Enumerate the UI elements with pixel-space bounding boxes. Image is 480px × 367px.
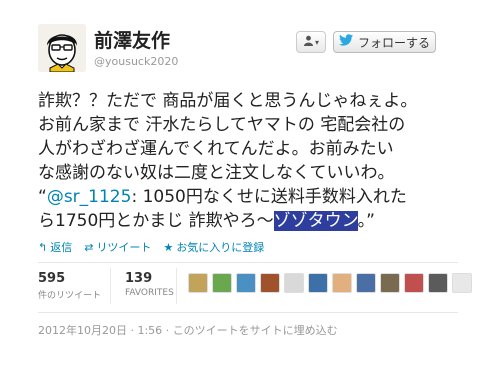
divider xyxy=(38,262,458,263)
highlighted-text: ゾゾタウン xyxy=(273,211,358,231)
tweet-line: 人がわざわざ運んでくれてんだよ。お前みたい xyxy=(38,139,394,159)
divider xyxy=(38,312,458,313)
favoriter-avatar[interactable] xyxy=(260,273,280,293)
favoriter-avatar[interactable] xyxy=(236,273,256,293)
tweet-actions: ↰ 返信 ⇄ リツイート ★ お気に入りに登録 xyxy=(38,239,264,255)
tweet-text: 詐欺？？ただで 商品が届くと思うんじゃねぇよ。 お前ん家まで 汗水たらしてヤマト… xyxy=(38,89,458,233)
favoriter-avatar[interactable] xyxy=(212,273,232,293)
timestamp[interactable]: 2012年10月20日 · 1:56 xyxy=(38,324,162,337)
twitter-bird-icon xyxy=(339,34,353,50)
tweet-line: 。” xyxy=(357,211,375,231)
favoriter-avatar[interactable] xyxy=(308,273,328,293)
user-handle[interactable]: @yousuck2020 xyxy=(94,55,178,68)
mention-link[interactable]: @sr_1125 xyxy=(47,187,132,207)
favorite-action[interactable]: ★ お気に入りに登録 xyxy=(163,239,264,255)
star-icon: ★ xyxy=(163,241,174,254)
stat-divider xyxy=(176,268,177,304)
reply-icon: ↰ xyxy=(38,241,48,254)
follow-label: フォローする xyxy=(357,35,430,50)
favoriter-avatar[interactable] xyxy=(188,273,208,293)
favoriter-avatar[interactable] xyxy=(428,273,448,293)
display-name[interactable]: 前澤友作 xyxy=(94,26,170,53)
favoriter-avatar[interactable] xyxy=(332,273,352,293)
favoriter-avatar[interactable] xyxy=(284,273,304,293)
tweet-line: お前ん家まで 汗水たらしてヤマトの 宅配会社の xyxy=(38,115,406,135)
favoriter-avatars xyxy=(188,273,472,293)
favorite-stat[interactable]: 139 FAVORITES xyxy=(125,271,174,298)
favoriter-avatar[interactable] xyxy=(356,273,376,293)
favoriter-avatar[interactable] xyxy=(452,273,472,293)
favorite-count-label: FAVORITES xyxy=(125,288,174,298)
retweet-action[interactable]: ⇄ リツイート xyxy=(84,239,151,255)
stat-divider xyxy=(110,268,111,304)
tweet-line: : 1050円なくせに送料手数料入れた xyxy=(131,187,407,207)
user-actions-button[interactable]: ▾ xyxy=(296,31,326,53)
embed-link[interactable]: このツイートをサイトに埋め込む xyxy=(173,324,338,337)
chevron-down-icon: ▾ xyxy=(314,37,319,47)
tweet-card: 前澤友作 @yousuck2020 ▾ フォローする 詐欺？？ただで 商品が届く… xyxy=(0,0,480,367)
retweet-label: リツイート xyxy=(96,241,152,254)
tweet-line: ら1750円とかまじ 詐欺やろ～ xyxy=(38,211,274,231)
follow-button[interactable]: フォローする xyxy=(333,31,436,53)
quote-mark: “ xyxy=(38,187,47,207)
tweet-footer: 2012年10月20日 · 1:56 · このツイートをサイトに埋め込む xyxy=(38,322,338,338)
retweet-count-label: 件のリツイート xyxy=(38,291,102,301)
retweet-stat[interactable]: 595 件のリツイート xyxy=(38,271,101,301)
favoriter-avatar[interactable] xyxy=(404,273,424,293)
avatar-image xyxy=(38,24,86,72)
retweet-icon: ⇄ xyxy=(84,241,94,254)
footer-separator: · xyxy=(165,324,170,337)
favorite-label: お気に入りに登録 xyxy=(176,241,265,254)
person-icon xyxy=(303,35,314,49)
favorite-count: 139 xyxy=(125,271,153,286)
retweet-count: 595 xyxy=(38,271,66,286)
reply-label: 返信 xyxy=(50,241,73,254)
avatar[interactable] xyxy=(38,24,86,72)
tweet-line: 詐欺？？ただで 商品が届くと思うんじゃねぇよ。 xyxy=(38,91,418,111)
reply-action[interactable]: ↰ 返信 xyxy=(38,239,72,255)
tweet-line: な感謝のない奴は二度と注文しなくていいわ。 xyxy=(38,163,395,183)
favoriter-avatar[interactable] xyxy=(380,273,400,293)
